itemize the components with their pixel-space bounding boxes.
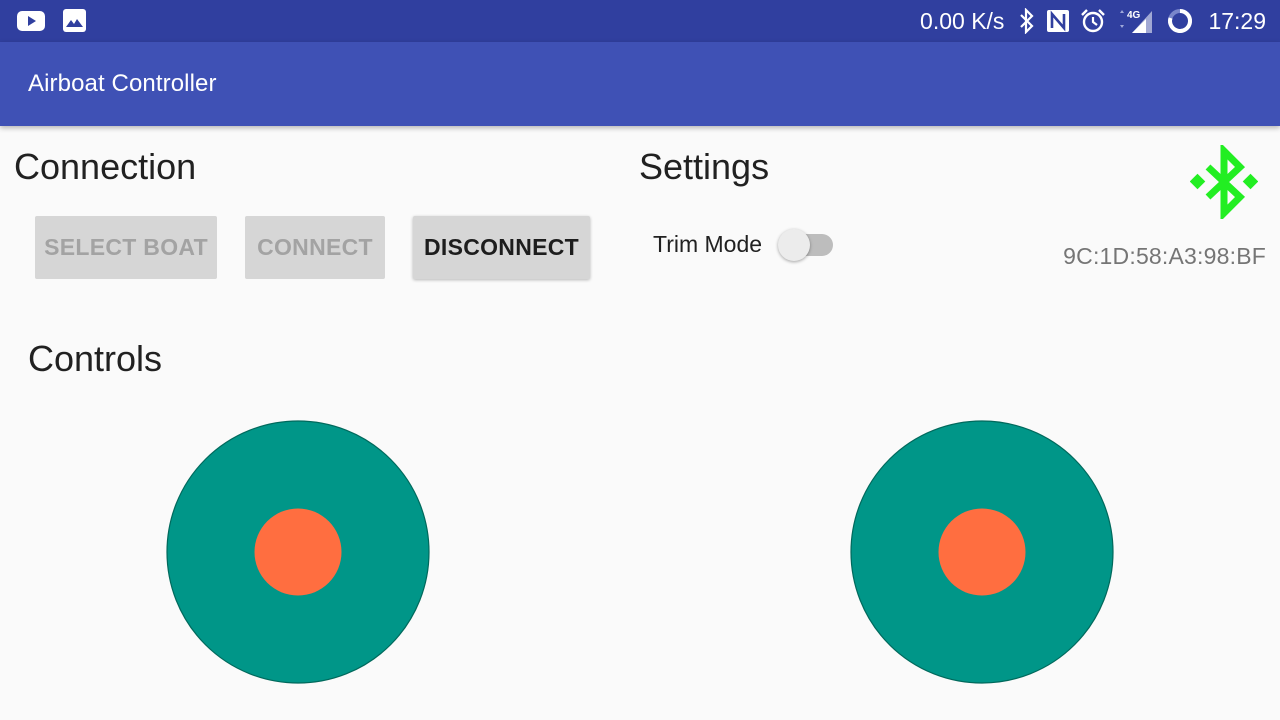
app-bar: Airboat Controller	[0, 42, 1280, 126]
network-speed: 0.00 K/s	[920, 7, 1005, 34]
youtube-icon	[17, 10, 45, 31]
left-joystick[interactable]	[166, 420, 430, 684]
mac-address: 9C:1D:58:A3:98:BF	[1063, 243, 1266, 269]
right-joystick-knob	[938, 508, 1026, 596]
svg-text:4G: 4G	[1127, 10, 1141, 21]
disconnect-button[interactable]: DISCONNECT	[413, 216, 590, 279]
battery-ring-icon	[1166, 7, 1194, 35]
app-title: Airboat Controller	[28, 70, 217, 97]
select-boat-button[interactable]: SELECT BOAT	[35, 216, 217, 279]
trim-mode-label: Trim Mode	[653, 231, 763, 257]
right-joystick[interactable]	[850, 420, 1114, 684]
signal-icon: 4G	[1116, 7, 1156, 35]
left-joystick-knob	[254, 508, 342, 596]
alarm-icon	[1080, 8, 1106, 34]
switch-thumb	[778, 229, 810, 261]
clock: 17:29	[1208, 7, 1266, 34]
connection-heading: Connection	[14, 146, 197, 187]
settings-heading: Settings	[639, 146, 770, 187]
trim-mode-switch[interactable]	[778, 227, 834, 263]
bluetooth-connected-icon	[1189, 142, 1259, 222]
connect-button[interactable]: CONNECT	[245, 216, 385, 279]
nfc-icon	[1046, 9, 1070, 33]
bluetooth-icon	[1018, 8, 1036, 34]
gallery-icon	[63, 9, 86, 32]
status-bar: 0.00 K/s 4G 17:29	[0, 0, 1280, 42]
controls-heading: Controls	[28, 338, 163, 379]
